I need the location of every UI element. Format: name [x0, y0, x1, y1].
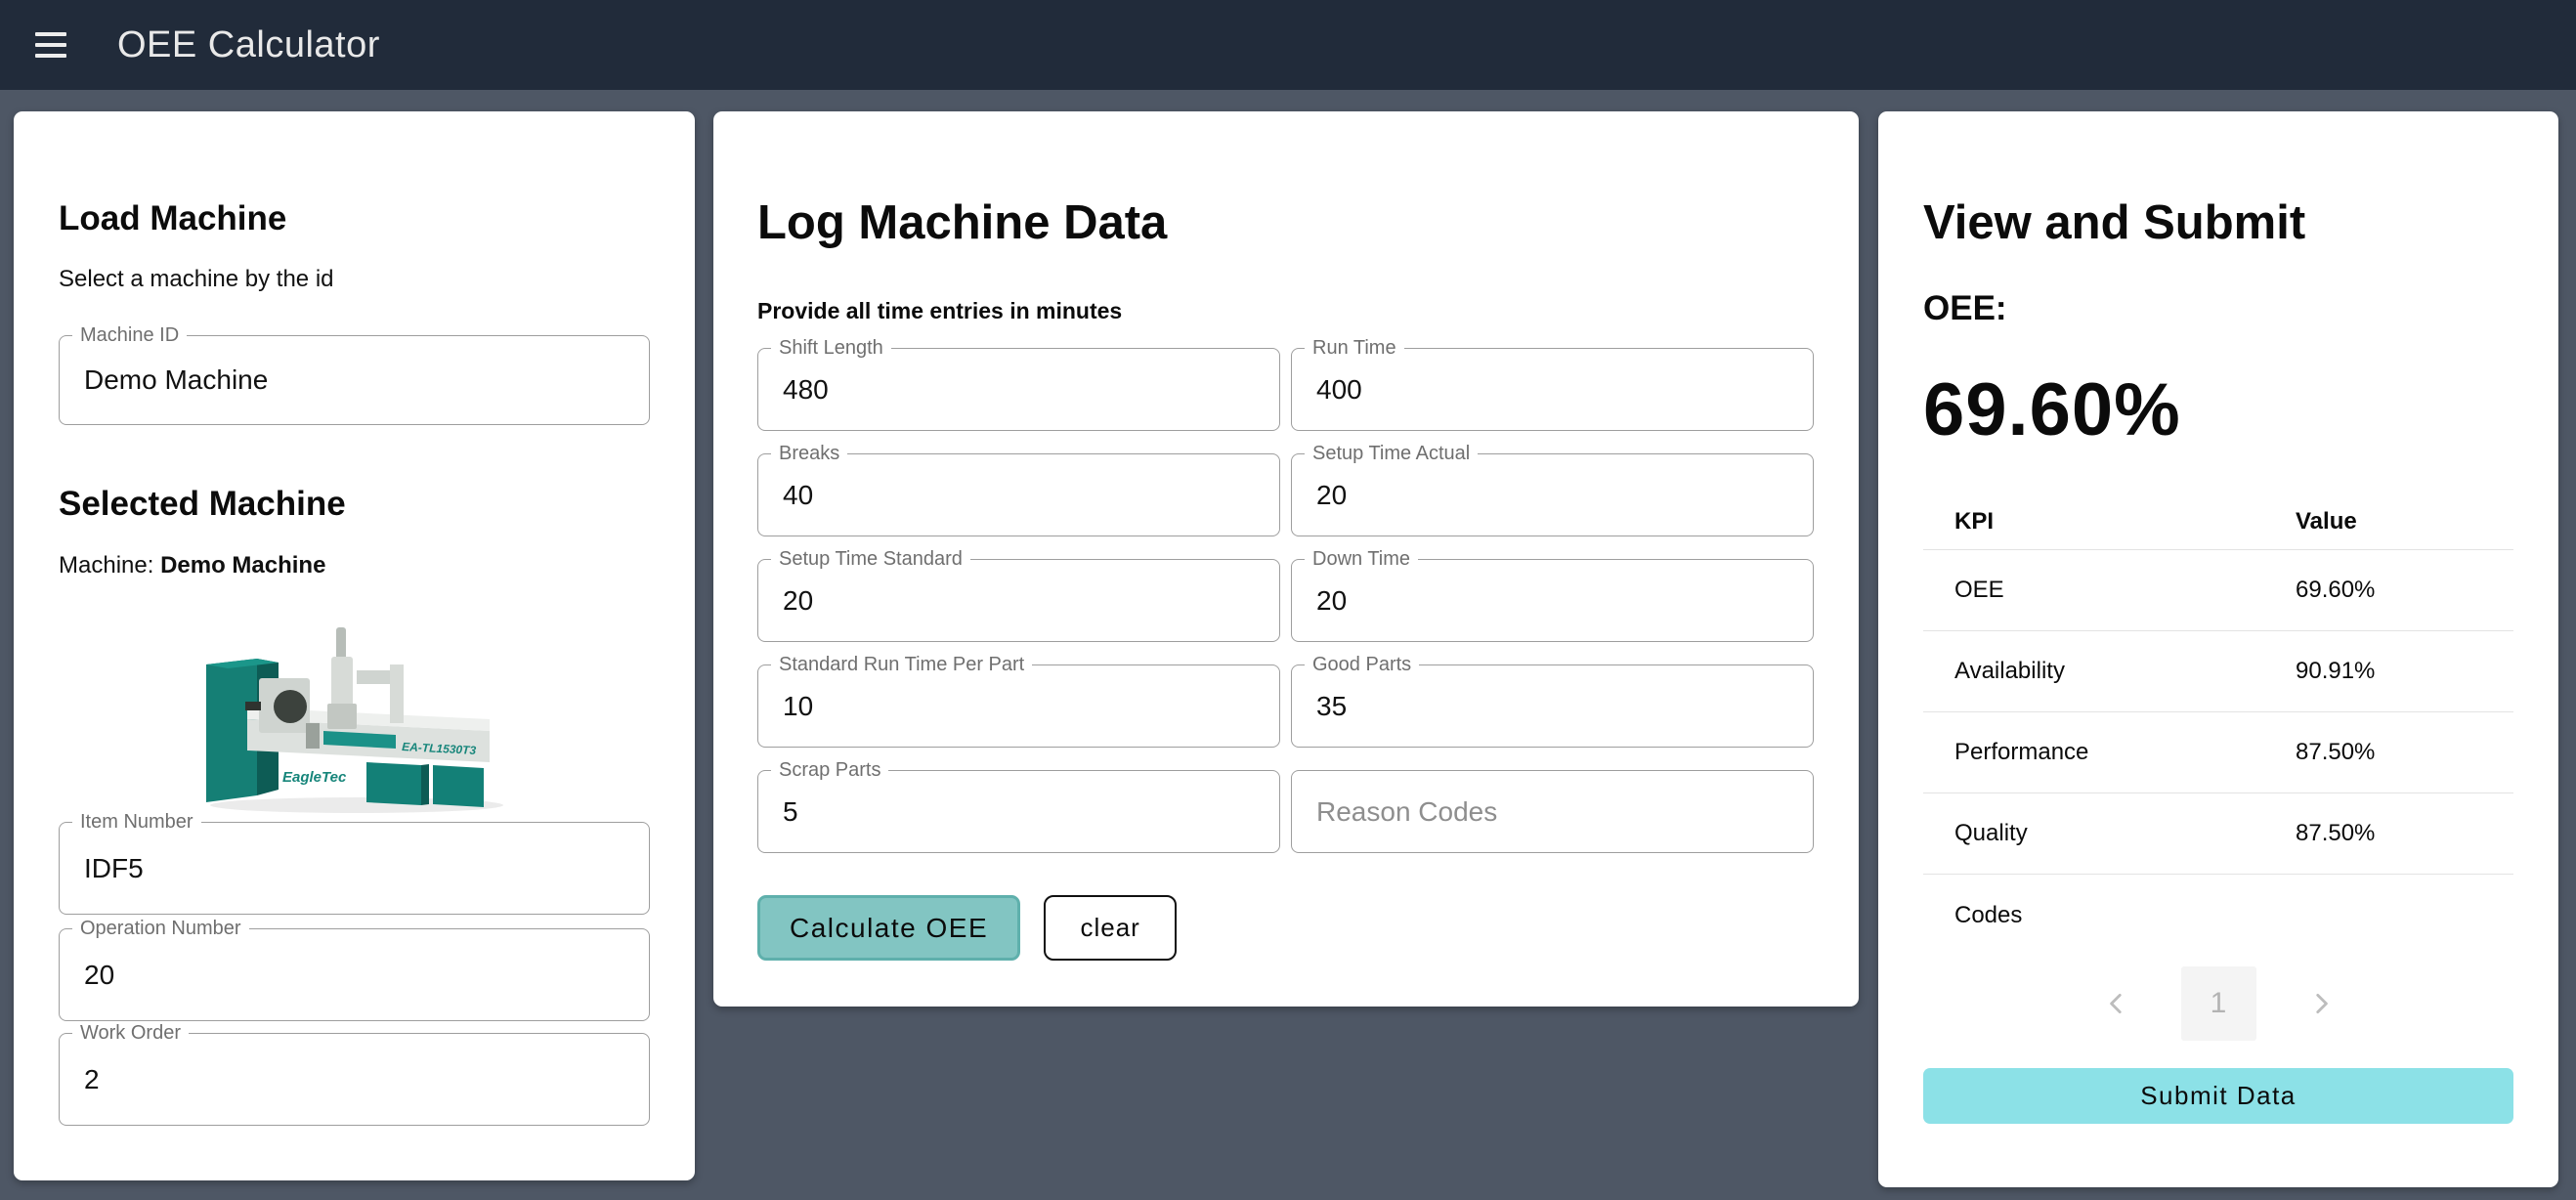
chevron-left-icon[interactable] — [2097, 984, 2136, 1023]
log-machine-data-panel: Log Machine Data Provide all time entrie… — [713, 111, 1859, 1007]
app-bar: OEE Calculator — [0, 0, 2576, 90]
run-time-input[interactable] — [1292, 349, 1813, 430]
kpi-table: KPI Value OEE 69.60% Availability 90.91%… — [1923, 493, 2513, 956]
setup-time-actual-label: Setup Time Actual — [1305, 442, 1478, 465]
setup-time-actual-field[interactable]: Setup Time Actual — [1291, 453, 1814, 536]
work-order-input[interactable] — [60, 1034, 649, 1125]
calculate-oee-button[interactable]: Calculate OEE — [757, 895, 1020, 961]
value-header: Value — [2296, 508, 2357, 536]
operation-number-label: Operation Number — [72, 917, 249, 940]
value-cell: 87.50% — [2296, 820, 2375, 847]
scrap-parts-field[interactable]: Scrap Parts — [757, 770, 1280, 853]
kpi-cell: Performance — [1954, 739, 2088, 766]
item-number-field[interactable]: Item Number — [59, 822, 650, 915]
oee-value: 69.60% — [1923, 371, 2513, 450]
table-row: OEE 69.60% — [1923, 550, 2513, 631]
view-submit-panel: View and Submit OEE: 69.60% KPI Value OE… — [1878, 111, 2558, 1187]
selected-machine-title: Selected Machine — [59, 484, 650, 525]
submit-data-button[interactable]: Submit Data — [1923, 1068, 2513, 1124]
kpi-table-header-row: KPI Value — [1923, 493, 2513, 550]
breaks-label: Breaks — [771, 442, 847, 465]
good-parts-input[interactable] — [1292, 665, 1813, 747]
table-pagination: 1 — [1923, 966, 2513, 1041]
standard-run-time-field[interactable]: Standard Run Time Per Part — [757, 664, 1280, 748]
time-entries-note: Provide all time entries in minutes — [757, 296, 1815, 325]
selected-machine-line: Machine: Demo Machine — [59, 552, 650, 579]
load-machine-panel: Load Machine Select a machine by the id … — [14, 111, 695, 1180]
kpi-cell: Quality — [1954, 820, 2028, 847]
scrap-parts-input[interactable] — [758, 771, 1279, 852]
scrap-parts-label: Scrap Parts — [771, 758, 888, 782]
hamburger-menu-icon[interactable] — [35, 17, 92, 73]
machine-line-label: Machine: — [59, 552, 153, 579]
hamburger-bar — [35, 43, 66, 47]
breaks-field[interactable]: Breaks — [757, 453, 1280, 536]
machine-image: EagleTec EA-TL1530T3 — [59, 614, 650, 814]
run-time-label: Run Time — [1305, 336, 1404, 360]
table-row: Codes — [1923, 875, 2513, 956]
hamburger-bar — [35, 54, 66, 58]
machine-id-field[interactable]: Machine ID — [59, 335, 650, 425]
hamburger-bar — [35, 32, 66, 36]
standard-run-time-label: Standard Run Time Per Part — [771, 653, 1032, 676]
shift-length-field[interactable]: Shift Length — [757, 348, 1280, 431]
value-cell: 90.91% — [2296, 658, 2375, 685]
value-cell: 69.60% — [2296, 577, 2375, 604]
form-actions: Calculate OEE clear — [757, 895, 1815, 961]
table-row: Quality 87.50% — [1923, 793, 2513, 875]
good-parts-field[interactable]: Good Parts — [1291, 664, 1814, 748]
breaks-input[interactable] — [758, 454, 1279, 536]
cnc-lathe-illustration: EagleTec EA-TL1530T3 — [189, 614, 521, 814]
setup-time-standard-label: Setup Time Standard — [771, 547, 970, 571]
load-machine-title: Load Machine — [59, 198, 650, 239]
work-order-field[interactable]: Work Order — [59, 1033, 650, 1126]
clear-button[interactable]: clear — [1044, 895, 1177, 961]
shift-length-label: Shift Length — [771, 336, 891, 360]
machine-line-name: Demo Machine — [160, 552, 325, 579]
load-machine-subtitle: Select a machine by the id — [59, 266, 650, 293]
view-submit-title: View and Submit — [1923, 195, 2513, 250]
kpi-cell: Codes — [1954, 902, 2022, 929]
reason-codes-input[interactable] — [1292, 771, 1813, 852]
oee-label: OEE: — [1923, 288, 2513, 329]
setup-time-standard-input[interactable] — [758, 560, 1279, 641]
time-entry-grid: Shift Length Run Time Breaks Setup Time … — [757, 348, 1815, 853]
machine-id-input[interactable] — [60, 336, 649, 424]
machine-brand-text: EagleTec — [282, 769, 347, 786]
standard-run-time-input[interactable] — [758, 665, 1279, 747]
operation-number-field[interactable]: Operation Number — [59, 928, 650, 1021]
down-time-label: Down Time — [1305, 547, 1418, 571]
down-time-field[interactable]: Down Time — [1291, 559, 1814, 642]
setup-time-standard-field[interactable]: Setup Time Standard — [757, 559, 1280, 642]
shift-length-input[interactable] — [758, 349, 1279, 430]
setup-time-actual-input[interactable] — [1292, 454, 1813, 536]
down-time-input[interactable] — [1292, 560, 1813, 641]
run-time-field[interactable]: Run Time — [1291, 348, 1814, 431]
table-row: Availability 90.91% — [1923, 631, 2513, 712]
good-parts-label: Good Parts — [1305, 653, 1419, 676]
kpi-cell: OEE — [1954, 577, 2004, 604]
item-number-input[interactable] — [60, 823, 649, 914]
reason-codes-field[interactable] — [1291, 770, 1814, 853]
app-title: OEE Calculator — [117, 24, 380, 66]
chevron-right-icon[interactable] — [2301, 984, 2340, 1023]
page-number-button[interactable]: 1 — [2181, 966, 2256, 1041]
machine-id-label: Machine ID — [72, 323, 187, 347]
kpi-header: KPI — [1954, 508, 1994, 536]
table-row: Performance 87.50% — [1923, 712, 2513, 793]
value-cell: 87.50% — [2296, 739, 2375, 766]
kpi-cell: Availability — [1954, 658, 2065, 685]
item-number-label: Item Number — [72, 810, 201, 834]
work-order-label: Work Order — [72, 1021, 189, 1045]
operation-number-input[interactable] — [60, 929, 649, 1020]
log-machine-data-title: Log Machine Data — [757, 195, 1815, 250]
